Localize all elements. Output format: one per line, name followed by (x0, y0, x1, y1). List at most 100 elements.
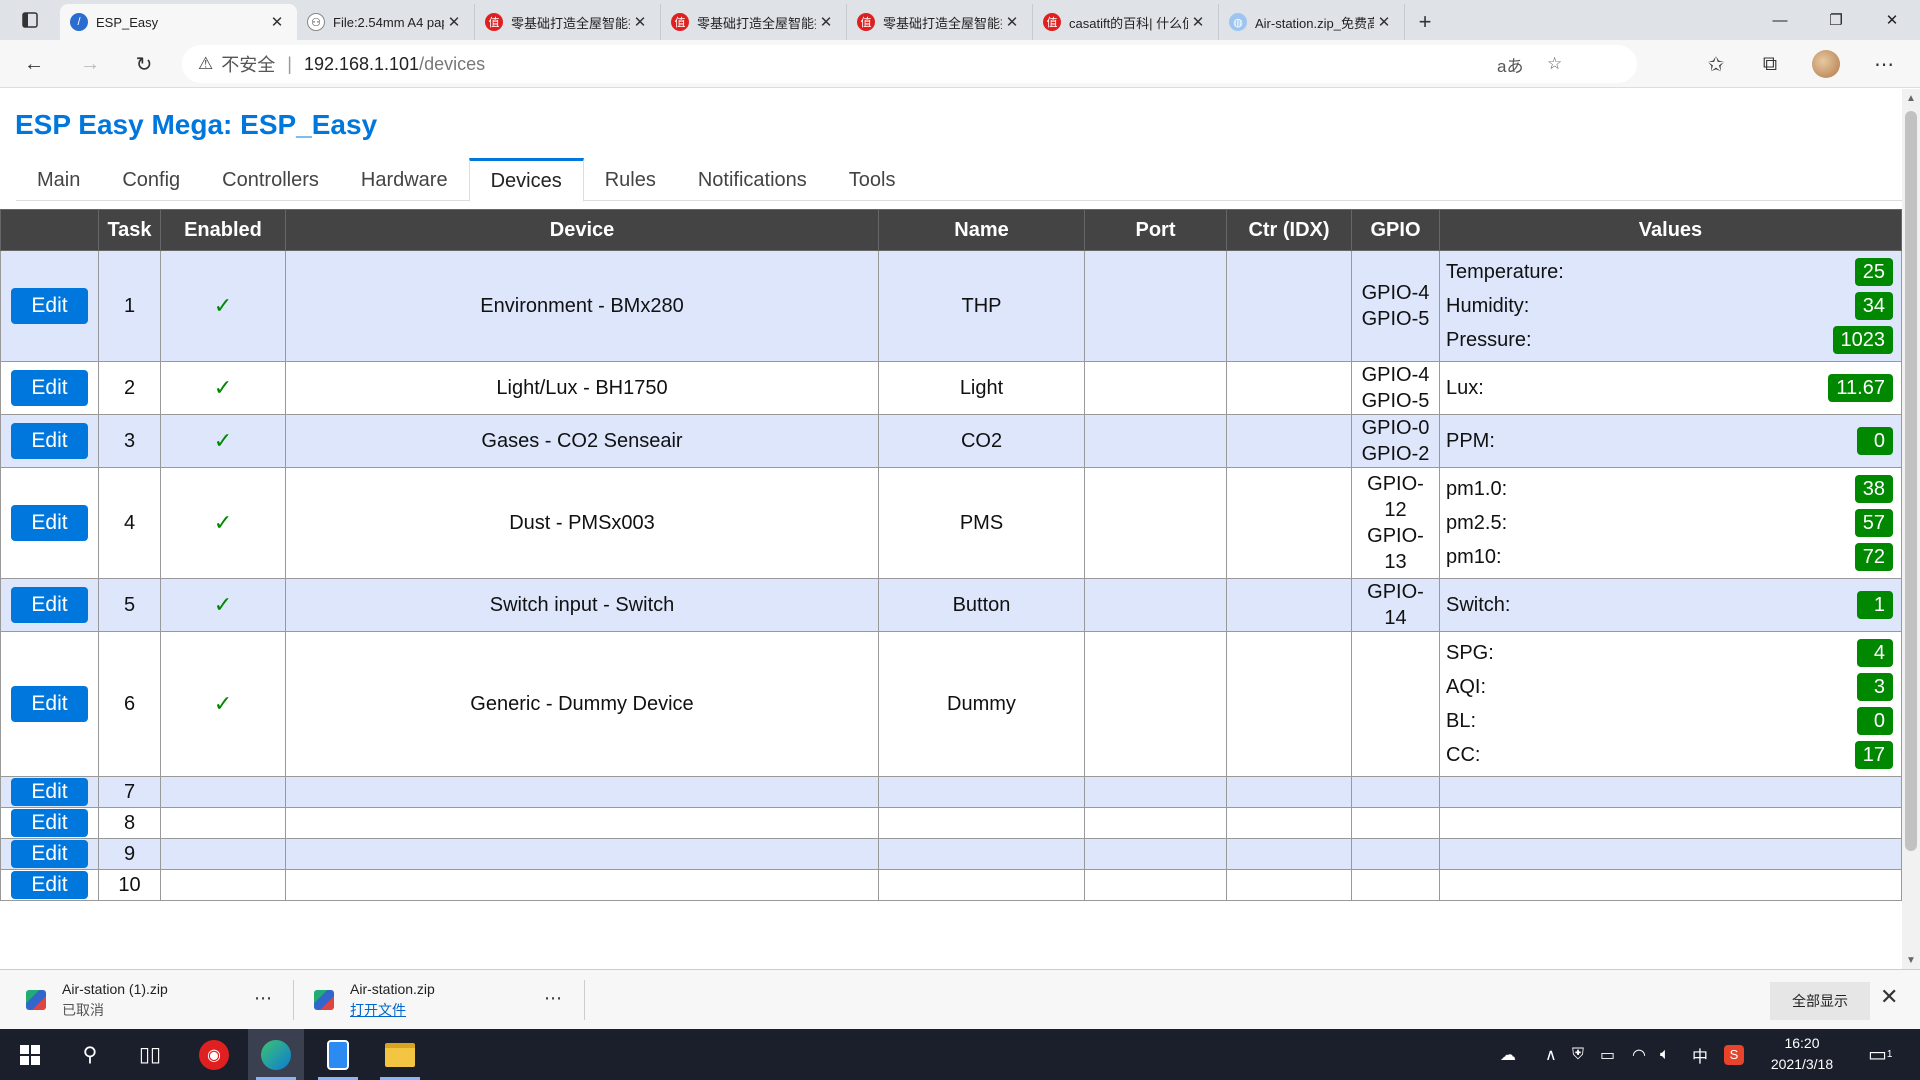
values-cell: Switch: 1 (1439, 578, 1902, 632)
close-tab-icon[interactable]: ✕ (1374, 13, 1394, 31)
download-item[interactable]: Air-station (1).zip 已取消 ⋯ (26, 970, 286, 1030)
notification-center-icon[interactable]: ▭ 1 (1868, 1029, 1892, 1080)
close-shelf-icon[interactable]: ✕ (1880, 984, 1898, 1010)
scroll-up-icon[interactable]: ▲ (1902, 89, 1920, 107)
more-menu-icon[interactable]: ⋯ (1866, 46, 1902, 82)
close-tab-icon[interactable]: ✕ (267, 13, 287, 31)
minimize-button[interactable]: — (1752, 0, 1808, 40)
edit-button[interactable]: Edit (11, 778, 88, 806)
browser-tab[interactable]: / ESP_Easy ✕ (60, 4, 297, 40)
close-tab-icon[interactable]: ✕ (630, 13, 650, 31)
edit-button[interactable]: Edit (11, 505, 88, 541)
value-row: Humidity: 34 (1446, 289, 1893, 323)
insecure-label[interactable]: 不安全 (221, 51, 275, 77)
values-cell (1439, 776, 1902, 808)
column-header: Enabled (160, 209, 286, 251)
profile-avatar[interactable] (1808, 46, 1844, 82)
zip-file-icon (26, 990, 46, 1010)
download-more-icon[interactable]: ⋯ (544, 988, 562, 1009)
tab-devices[interactable]: Devices (468, 158, 584, 202)
edit-button[interactable]: Edit (11, 809, 88, 837)
edge-browser-icon[interactable] (248, 1029, 304, 1080)
tab-rules[interactable]: Rules (584, 158, 677, 202)
scrollbar-thumb[interactable] (1905, 111, 1917, 851)
value-badge: 1023 (1832, 326, 1893, 354)
browser-tab[interactable]: 值零基础打造全屋智能排 ✕ (475, 4, 661, 40)
download-shelf: Air-station (1).zip 已取消 ⋯ Air-station.zi… (0, 969, 1920, 1029)
controller-idx-cell (1226, 414, 1352, 468)
tab-tools[interactable]: Tools (828, 158, 917, 202)
edit-cell: Edit (0, 361, 99, 415)
wifi-icon[interactable]: ◠ (1632, 1029, 1646, 1080)
battery-icon[interactable]: ▭ (1600, 1029, 1615, 1080)
show-hidden-icons[interactable]: ∧ (1545, 1029, 1557, 1080)
weather-icon[interactable]: ☁ (1500, 1029, 1516, 1080)
edit-cell: Edit (0, 631, 99, 777)
tab-notifications[interactable]: Notifications (677, 158, 828, 202)
warning-icon[interactable]: ⚠ (198, 54, 213, 74)
browser-tab[interactable]: ◍ Air-station.zip_免费高 ✕ (1219, 4, 1405, 40)
download-filename: Air-station (1).zip (62, 980, 168, 997)
download-item[interactable]: Air-station.zip 打开文件 ⋯ (314, 970, 574, 1030)
edit-button[interactable]: Edit (11, 686, 88, 722)
value-label: Lux: (1446, 376, 1484, 399)
forward-icon[interactable]: → (72, 46, 108, 82)
edit-button[interactable]: Edit (11, 423, 88, 459)
edit-button[interactable]: Edit (11, 871, 88, 899)
read-aloud-icon[interactable]: aあ (1497, 45, 1523, 83)
edit-cell: Edit (0, 578, 99, 632)
browser-tab[interactable]: 值零基础打造全屋智能排 ✕ (847, 4, 1033, 40)
close-window-button[interactable]: ✕ (1864, 0, 1920, 40)
tab-config[interactable]: Config (101, 158, 201, 202)
favorite-add-icon[interactable]: ☆ (1547, 45, 1562, 83)
browser-tab[interactable]: ⚇ File:2.54mm A4 paper✕ (297, 4, 475, 40)
tab-main[interactable]: Main (16, 158, 101, 202)
edit-button[interactable]: Edit (11, 288, 88, 324)
show-all-downloads-button[interactable]: 全部显示 (1770, 982, 1870, 1020)
smzdm-icon: 值 (671, 13, 689, 31)
collections-icon[interactable]: ⧉ (1752, 46, 1788, 82)
system-clock[interactable]: 16:20 2021/3/18 (1760, 1033, 1844, 1075)
close-tab-icon[interactable]: ✕ (816, 13, 836, 31)
download-more-icon[interactable]: ⋯ (254, 988, 272, 1009)
address-bar[interactable]: ⚠ 不安全 | 192.168.1.101/devices aあ ☆ (182, 45, 1637, 83)
search-icon[interactable]: ⚲ (62, 1029, 118, 1080)
devices-table: Task Enabled Device Name Port Ctr (IDX) GPIO Va… (0, 209, 1902, 901)
tab-controllers[interactable]: Controllers (201, 158, 340, 202)
maximize-button[interactable]: ❐ (1808, 0, 1864, 40)
tab-actions-icon[interactable] (0, 0, 60, 40)
windows-start-icon[interactable] (2, 1029, 58, 1080)
new-tab-button[interactable]: + (1405, 4, 1445, 40)
file-explorer-icon[interactable] (372, 1029, 428, 1080)
tab-hardware[interactable]: Hardware (340, 158, 469, 202)
value-row: SPG: 4 (1446, 636, 1893, 670)
value-label: Temperature: (1446, 260, 1564, 283)
refresh-icon[interactable]: ↻ (126, 46, 162, 82)
page-scrollbar[interactable]: ▲ ▼ (1902, 89, 1920, 969)
edit-button[interactable]: Edit (11, 587, 88, 623)
close-tab-icon[interactable]: ✕ (1188, 13, 1208, 31)
close-tab-icon[interactable]: ✕ (444, 13, 464, 31)
shelf-divider (584, 980, 585, 1020)
sogou-input-icon[interactable]: S (1724, 1029, 1744, 1080)
close-tab-icon[interactable]: ✕ (1002, 13, 1022, 31)
volume-icon[interactable]: 🔈︎ (1660, 1029, 1670, 1080)
open-file-link[interactable]: 打开文件 (350, 1000, 435, 1020)
device-name (285, 869, 879, 901)
browser-tab[interactable]: 值零基础打造全屋智能排 ✕ (661, 4, 847, 40)
gpio-cell (1351, 631, 1440, 777)
browser-tab[interactable]: 值 casatift的百科| 什么值 ✕ (1033, 4, 1219, 40)
favorites-icon[interactable]: ✩ (1698, 46, 1734, 82)
edit-button[interactable]: Edit (11, 370, 88, 406)
task-name: Light (878, 361, 1085, 415)
phone-app-icon[interactable] (310, 1029, 366, 1080)
task-view-icon[interactable]: ▯▯ (122, 1029, 178, 1080)
enabled-cell: ✓ (160, 414, 286, 468)
edit-button[interactable]: Edit (11, 840, 88, 868)
netease-music-icon[interactable]: ◉ (186, 1029, 242, 1080)
back-icon[interactable]: ← (16, 46, 52, 82)
page-title: ESP Easy Mega: ESP_Easy (15, 109, 378, 140)
scroll-down-icon[interactable]: ▼ (1902, 951, 1920, 969)
ime-indicator[interactable]: 中 (1692, 1029, 1708, 1080)
security-icon[interactable]: ⛨ (1572, 1029, 1584, 1080)
